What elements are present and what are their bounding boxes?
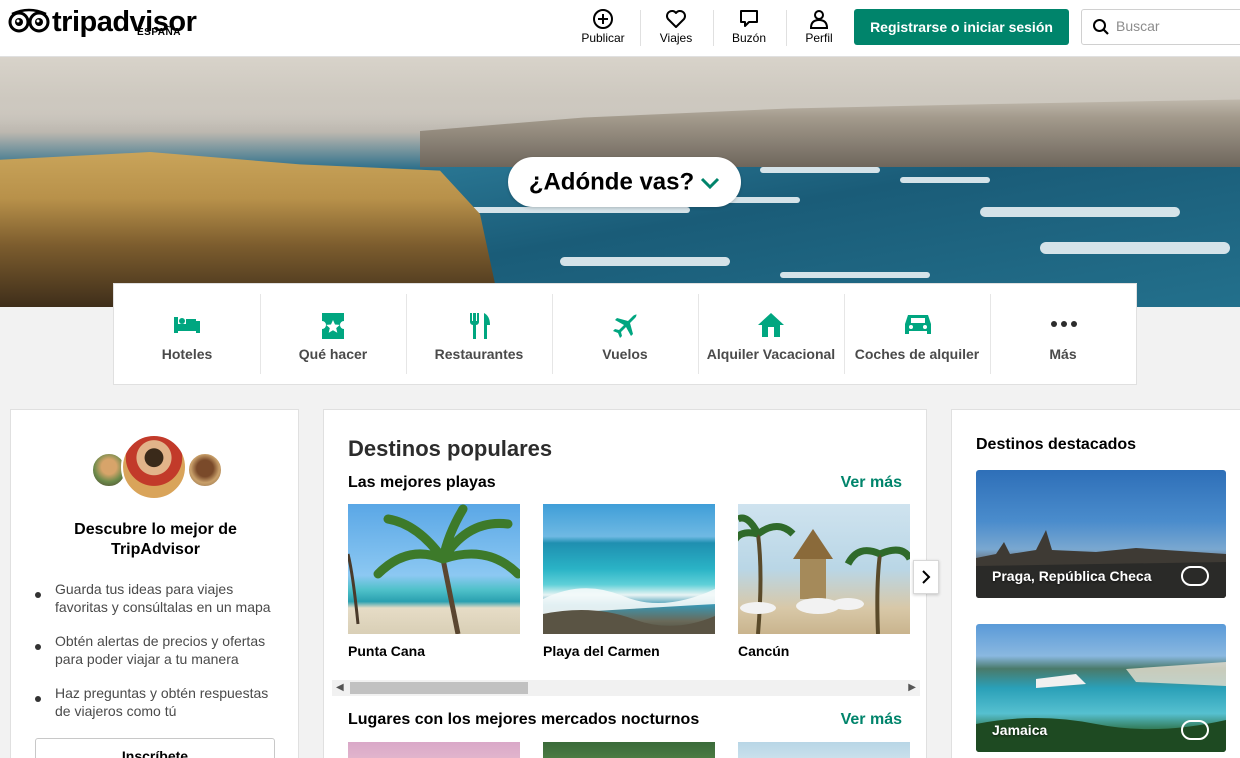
- owl-logo-icon: [8, 8, 50, 33]
- carousel-next-button[interactable]: [913, 560, 939, 594]
- chevron-down-icon: [701, 177, 720, 189]
- avatar: [187, 452, 223, 488]
- destination-card-playa-del-carmen[interactable]: Playa del Carmen: [543, 504, 715, 659]
- nav-label: Publicar: [581, 31, 625, 45]
- section-title: Destinos populares: [348, 436, 553, 461]
- destination-card-punta-cana[interactable]: Punta Cana: [348, 504, 520, 659]
- chat-bubble-icon: [740, 10, 758, 27]
- search-box[interactable]: [1081, 9, 1240, 45]
- section-title: Destinos destacados: [976, 436, 1137, 453]
- ticket-icon: [322, 313, 344, 339]
- list-item: Haz preguntas y obtén respuestas de viaj…: [35, 684, 285, 720]
- featured-card-jamaica[interactable]: Jamaica: [976, 624, 1226, 752]
- login-button[interactable]: Registrarse o iniciar sesión: [854, 9, 1069, 45]
- category-label: Coches de alquiler: [854, 346, 980, 362]
- where-label: ¿Adónde vas?: [528, 168, 695, 196]
- avatar: [121, 434, 187, 500]
- destination-thumb[interactable]: [543, 742, 715, 758]
- airplane-icon: [613, 314, 637, 338]
- category-bar: Hoteles Qué hacer Restaurantes Vuelos Al…: [113, 283, 1137, 385]
- destination-thumb[interactable]: [348, 742, 520, 758]
- subsection-title: Lugares con los mejores mercados nocturn…: [348, 711, 700, 728]
- discover-title: Descubre lo mejor de TripAdvisor: [74, 521, 237, 558]
- horizontal-scrollbar[interactable]: ◀ ▶: [332, 680, 920, 696]
- avatar-group: [91, 434, 223, 504]
- scrollbar-thumb[interactable]: [350, 682, 528, 694]
- category-label: Restaurantes: [434, 346, 524, 362]
- featured-destinations-card: Destinos destacados Praga, República Che…: [951, 409, 1240, 758]
- popular-destinations-card: Destinos populares Las mejores playas Ve…: [323, 409, 927, 758]
- nav-label: Buzón: [731, 31, 767, 45]
- bed-icon: [174, 317, 200, 333]
- destination-card-cancun[interactable]: Cancún: [738, 504, 910, 659]
- see-more-link[interactable]: Ver más: [841, 474, 902, 492]
- destination-image: [738, 504, 910, 634]
- signup-button[interactable]: Inscríbete: [35, 738, 275, 758]
- list-item: Obtén alertas de precios y ofertas para …: [35, 632, 285, 668]
- featured-name: Jamaica: [992, 722, 1048, 738]
- owl-badge-icon: [1181, 566, 1209, 586]
- person-icon: [809, 10, 829, 29]
- list-item: Guarda tus ideas para viajes favoritas y…: [35, 580, 285, 616]
- category-hoteles[interactable]: Hoteles: [114, 284, 260, 384]
- hero-banner: ¿Adónde vas?: [0, 57, 1240, 307]
- plus-circle-icon: [593, 9, 613, 29]
- nav-viajes[interactable]: Viajes: [640, 8, 712, 48]
- destination-image: [348, 504, 520, 634]
- category-label: Qué hacer: [298, 346, 368, 362]
- more-dots-icon: [1051, 321, 1077, 327]
- category-alquiler-vacacional[interactable]: Alquiler Vacacional: [698, 284, 844, 384]
- destination-image: [543, 504, 715, 634]
- destination-name: Punta Cana: [348, 643, 426, 659]
- category-label: Más: [1049, 346, 1077, 362]
- scroll-left-icon[interactable]: ◀: [336, 682, 344, 694]
- featured-name: Praga, República Checa: [992, 568, 1152, 584]
- destination-name: Playa del Carmen: [543, 643, 660, 659]
- nav-label: Viajes: [659, 31, 693, 45]
- owl-badge-icon: [1181, 720, 1209, 740]
- nav-label: Perfil: [805, 31, 833, 45]
- destination-name: Cancún: [738, 643, 790, 659]
- category-label: Vuelos: [602, 346, 648, 362]
- chevron-right-icon: [922, 570, 931, 584]
- car-icon: [905, 315, 931, 334]
- fork-knife-icon: [470, 313, 490, 339]
- category-restaurantes[interactable]: Restaurantes: [406, 284, 552, 384]
- category-coches-alquiler[interactable]: Coches de alquiler: [844, 284, 990, 384]
- category-vuelos[interactable]: Vuelos: [552, 284, 698, 384]
- subsection-title: Las mejores playas: [348, 474, 496, 491]
- nav-perfil[interactable]: Perfil: [783, 8, 855, 48]
- nav-buzon[interactable]: Buzón: [713, 8, 785, 48]
- nav-publicar[interactable]: Publicar: [567, 8, 639, 48]
- where-to-button[interactable]: ¿Adónde vas?: [508, 157, 741, 207]
- destination-thumb[interactable]: [738, 742, 910, 758]
- category-label: Alquiler Vacacional: [706, 346, 836, 362]
- category-mas[interactable]: Más: [990, 284, 1136, 384]
- discover-card: Descubre lo mejor de TripAdvisor Guarda …: [10, 409, 299, 758]
- featured-card-praga[interactable]: Praga, República Checa: [976, 470, 1226, 598]
- search-icon: [1093, 19, 1109, 35]
- benefits-list: Guarda tus ideas para viajes favoritas y…: [35, 580, 285, 736]
- category-label: Hoteles: [161, 346, 213, 362]
- see-more-link[interactable]: Ver más: [841, 711, 902, 729]
- search-input[interactable]: [1116, 18, 1236, 34]
- scroll-right-icon[interactable]: ▶: [908, 682, 916, 694]
- house-icon: [758, 313, 784, 337]
- heart-icon: [666, 10, 686, 28]
- logo-country: ESPAÑA: [137, 27, 181, 38]
- top-header: tripadvisor ESPAÑA Publicar Viajes Buzón…: [0, 0, 1240, 57]
- category-que-hacer[interactable]: Qué hacer: [260, 284, 406, 384]
